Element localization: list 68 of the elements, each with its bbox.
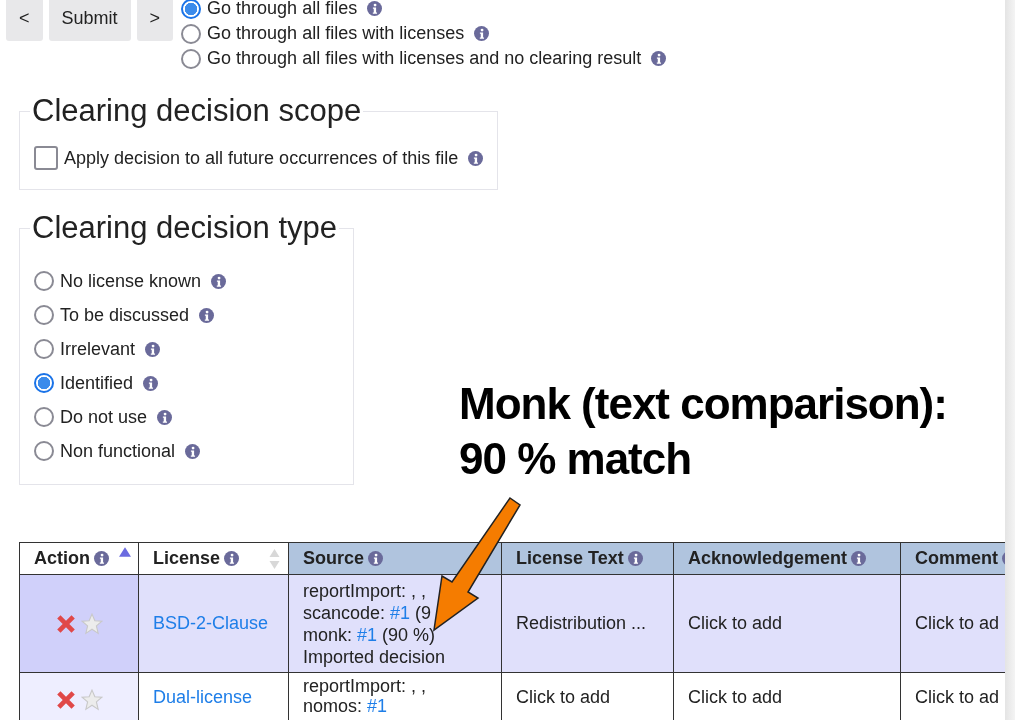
- nav-button[interactable]: Submit: [48, 0, 131, 41]
- source-line: reportImport: , ,: [303, 579, 428, 602]
- info-icon[interactable]: [143, 375, 159, 391]
- panel-title: Clearing decision type: [31, 210, 338, 246]
- column-header[interactable]: License: [138, 542, 289, 575]
- column-header[interactable]: Comment: [900, 542, 1006, 575]
- option-label: Non functional: [60, 440, 176, 462]
- column-header[interactable]: Acknowledgement: [673, 542, 901, 575]
- info-icon[interactable]: [224, 551, 240, 566]
- checkbox[interactable]: [34, 146, 58, 170]
- option-label: Do not use: [60, 406, 148, 428]
- info-icon[interactable]: [474, 26, 490, 41]
- radio-button[interactable]: [181, 48, 202, 69]
- radio-button[interactable]: [34, 305, 54, 325]
- info-icon[interactable]: [185, 443, 201, 459]
- nav-button[interactable]: <: [6, 0, 43, 41]
- table-cell[interactable]: Click to add: [673, 574, 901, 673]
- radio-button[interactable]: [34, 441, 54, 461]
- table-row[interactable]: BSD-2-Clause reportImport: , , scancode: #1 (9 monk: #1 (90 %) Imported decision Redistribution ... Click to add Click to ad: [19, 574, 1006, 673]
- table-cell[interactable]: Click to add: [501, 672, 674, 720]
- radio-button[interactable]: [181, 23, 202, 44]
- column-header[interactable]: License Text: [501, 542, 674, 575]
- option-label: Identified: [60, 372, 134, 394]
- table-row[interactable]: Dual-license reportImport: , , nomos: #1 Click to add Click to add Click to ad: [19, 672, 1006, 720]
- radio-button[interactable]: [34, 271, 54, 291]
- option-label: Apply decision to all future occurrences of this file: [64, 147, 459, 169]
- radio-button[interactable]: [34, 339, 54, 359]
- option-label: Go through all files with licenses: [207, 23, 465, 44]
- info-icon[interactable]: [145, 341, 161, 357]
- radio-button[interactable]: [34, 407, 54, 427]
- info-icon[interactable]: [851, 551, 867, 566]
- sort-ascending-icon[interactable]: [119, 547, 131, 557]
- nav-button[interactable]: >: [136, 0, 174, 41]
- info-icon[interactable]: [468, 150, 484, 166]
- table-cell[interactable]: Click to ad: [900, 672, 1006, 720]
- info-icon[interactable]: [199, 307, 215, 323]
- info-icon[interactable]: [651, 51, 667, 66]
- delete-icon[interactable]: [55, 689, 77, 711]
- option-label: No license known: [60, 270, 202, 292]
- info-icon[interactable]: [94, 551, 109, 566]
- panel-title: Clearing decision scope: [31, 93, 363, 129]
- annotation-text: Monk (text comparison):: [459, 378, 947, 430]
- match-link[interactable]: #1: [367, 696, 388, 716]
- source-line: nomos: #1: [303, 696, 389, 716]
- radio-button[interactable]: [181, 0, 202, 19]
- scrollbar[interactable]: [1005, 0, 1015, 720]
- info-icon[interactable]: [367, 1, 383, 16]
- info-icon[interactable]: [368, 551, 384, 566]
- info-icon[interactable]: [157, 409, 173, 425]
- column-header[interactable]: Action: [19, 542, 139, 575]
- option-label: Irrelevant: [60, 338, 136, 360]
- info-icon[interactable]: [627, 551, 643, 566]
- source-line: scancode: #1 (9: [303, 601, 433, 624]
- table-cell[interactable]: Click to add: [673, 672, 901, 720]
- table-cell[interactable]: Redistribution ...: [501, 574, 674, 673]
- annotation-text: 90 % match: [459, 433, 692, 485]
- source-line: reportImport: , ,: [303, 676, 428, 696]
- option-label: Go through all files: [207, 0, 358, 19]
- radio-button[interactable]: [34, 373, 54, 393]
- delete-icon[interactable]: [55, 612, 77, 635]
- info-icon[interactable]: [211, 273, 227, 289]
- star-icon[interactable]: [81, 612, 103, 635]
- table-cell[interactable]: Click to ad: [900, 574, 1006, 673]
- star-icon[interactable]: [81, 689, 103, 711]
- source-line: monk: #1 (90 %): [303, 623, 437, 646]
- option-label: Go through all files with licenses and no clearing result: [207, 48, 642, 69]
- source-line: Imported decision: [303, 645, 447, 668]
- option-label: To be discussed: [60, 304, 190, 326]
